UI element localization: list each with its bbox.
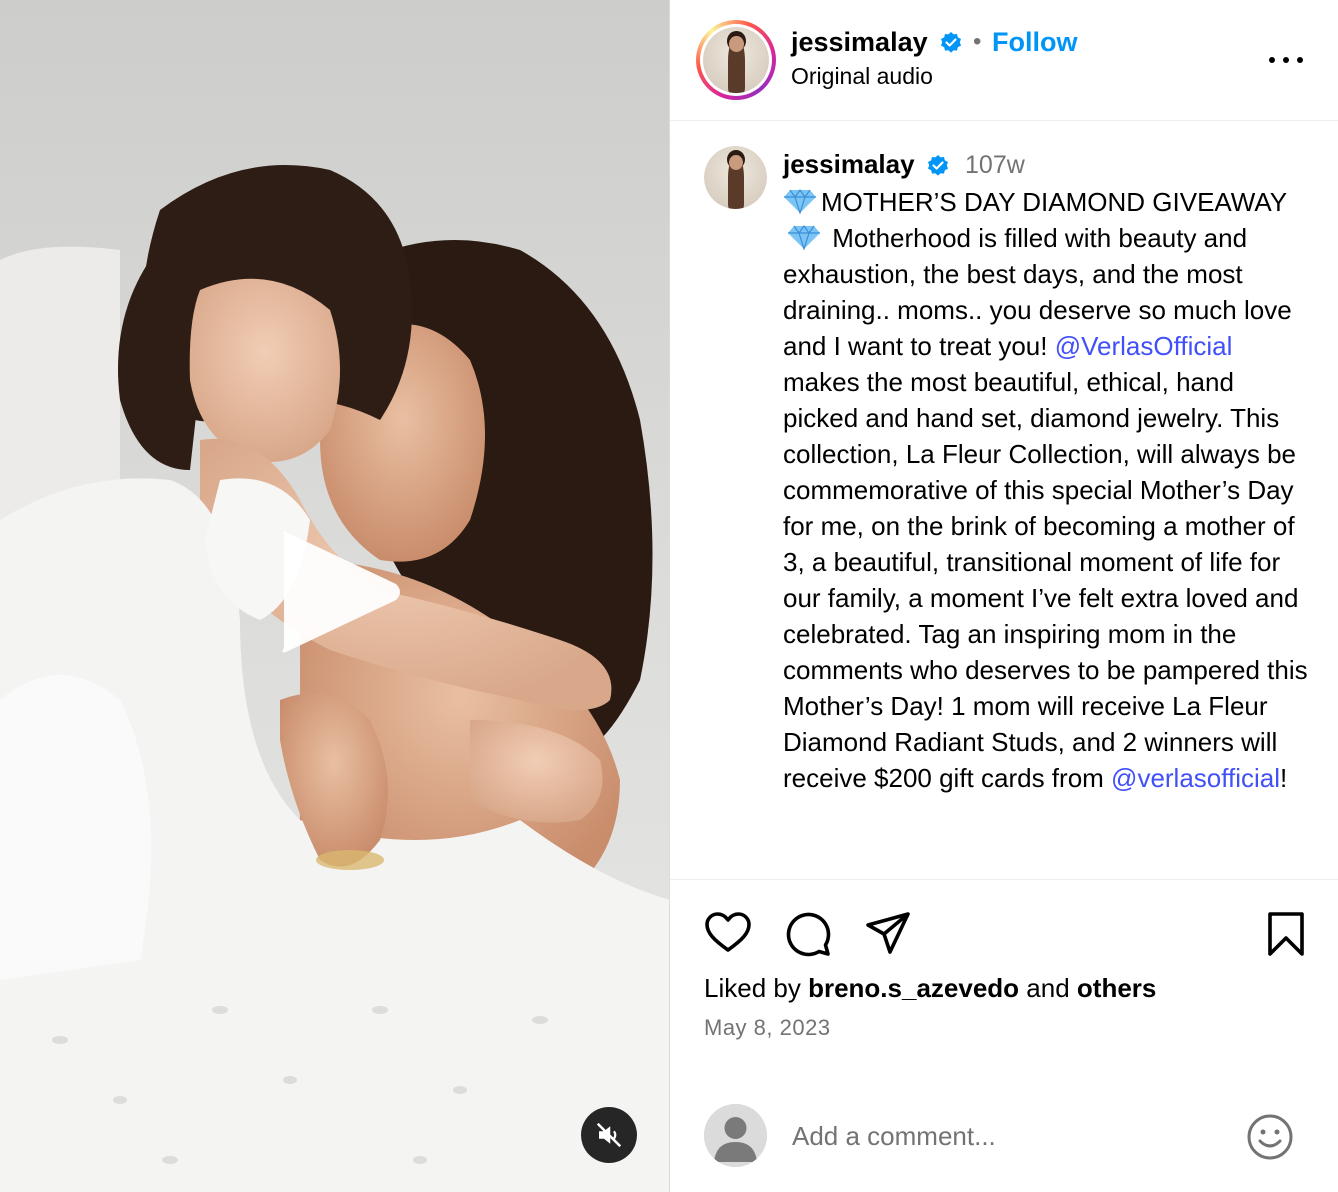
default-avatar-icon [704,1104,767,1167]
comment-bar [670,1080,1338,1192]
like-button[interactable] [704,910,752,958]
mention-link[interactable]: @VerlasOfficial [1055,331,1233,361]
emoji-picker-button[interactable] [1245,1112,1295,1162]
likes-prefix: Liked by [704,973,801,1003]
post-date[interactable]: May 8, 2023 [704,1015,831,1041]
post-details-panel: jessimalay • Follow Original audio jessi… [670,0,1338,1192]
post-header: jessimalay • Follow Original audio [670,0,1338,121]
actions-divider [670,879,1338,880]
author-avatar[interactable] [696,20,776,100]
bookmark-icon [1268,912,1304,956]
verified-badge-icon [939,31,963,60]
comment-bubble-icon [786,912,831,957]
caption-section: jessimalay 107w MOTHER’S DAY DIAMOND GIV… [670,122,1338,879]
likes-others-link[interactable]: others [1077,973,1156,1003]
smiley-face-icon [1247,1114,1293,1160]
mute-toggle-button[interactable] [581,1107,637,1163]
comment-input[interactable] [792,1116,1222,1156]
post-video[interactable] [0,0,670,1192]
caption-part-4: ! [1280,763,1288,794]
more-options-button[interactable] [1266,50,1306,70]
more-horizontal-icon [1269,57,1303,63]
caption-part-1: MOTHER’S DAY DIAMOND GIVEAWAY [821,187,1288,218]
caption-username[interactable]: jessimalay [783,149,915,179]
likes-and: and [1026,973,1070,1003]
caption-text: jessimalay 107w MOTHER’S DAY DIAMOND GIV… [783,146,1313,796]
play-button[interactable] [270,522,410,662]
separator-dot: • [973,28,982,55]
caption-part-3: makes the most beautiful, ethical, hand … [783,367,1308,794]
paper-plane-icon [866,912,910,954]
author-username[interactable]: jessimalay [791,27,928,58]
speaker-muted-icon [596,1122,622,1148]
play-icon [282,531,400,653]
audio-link[interactable]: Original audio [791,63,933,90]
caption-author-avatar[interactable] [704,146,767,209]
verified-badge-icon [926,148,950,184]
save-button[interactable] [1262,910,1310,958]
avatar-image [704,146,767,209]
avatar-image [703,27,769,93]
mention-link[interactable]: @verlasofficial [1111,763,1280,793]
post-time-ago[interactable]: 107w [965,151,1025,179]
liker-username[interactable]: breno.s_azevedo [808,973,1019,1003]
follow-button[interactable]: Follow [992,27,1077,58]
heart-icon [705,912,751,952]
comment-button[interactable] [784,910,832,958]
share-button[interactable] [864,910,912,958]
gem-stone-icon [784,189,816,215]
likes-summary: Liked by breno.s_azevedo and others [704,973,1156,1004]
current-user-avatar [704,1104,767,1167]
gem-stone-icon [788,225,820,251]
